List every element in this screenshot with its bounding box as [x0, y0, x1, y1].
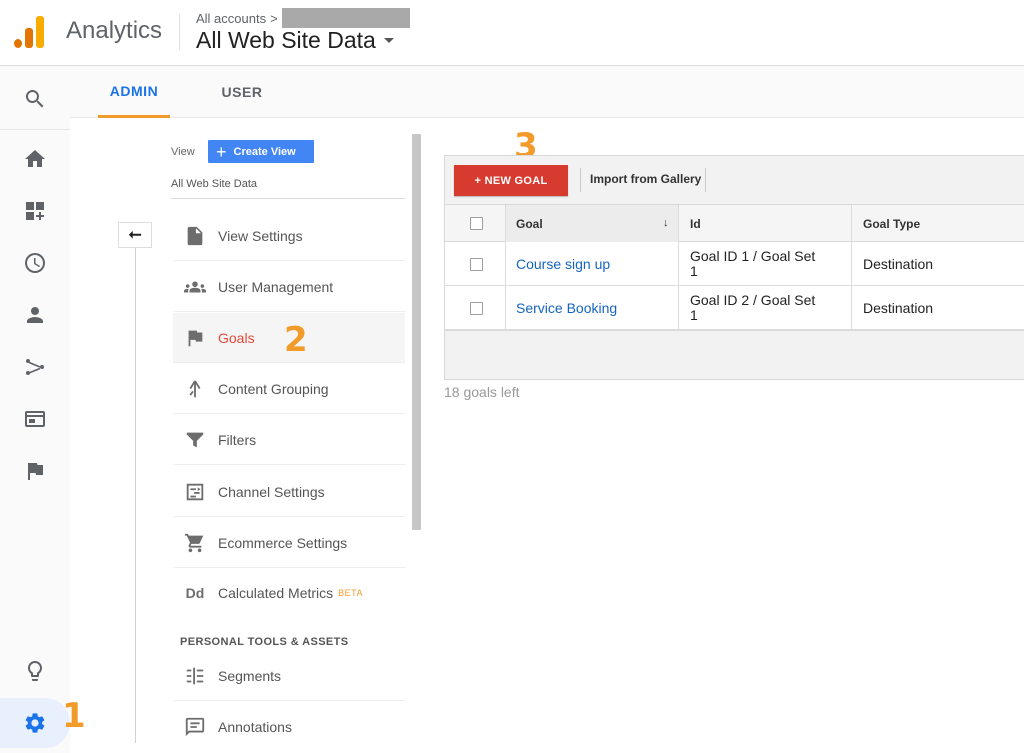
- step-annotation-1: 1: [62, 696, 86, 736]
- users-icon: [173, 276, 217, 298]
- tab-admin[interactable]: ADMIN: [98, 66, 170, 118]
- goal-type-cell: Destination: [863, 256, 934, 272]
- column-header-goal-type[interactable]: Goal Type: [863, 217, 920, 231]
- menu-item-label: Channel Settings: [218, 483, 325, 500]
- menu-item-calculated-metrics[interactable]: Dd Calculated Metrics BETA: [173, 568, 405, 618]
- menu-item-label: Annotations: [218, 719, 292, 735]
- create-view-label: Create View: [233, 145, 296, 158]
- column-header-id[interactable]: Id: [690, 217, 701, 231]
- menu-item-label: View Settings: [218, 227, 303, 244]
- new-goal-button[interactable]: + NEW GOAL: [454, 165, 568, 196]
- breadcrumb-chevron-icon: >: [270, 10, 278, 26]
- table-footer: [445, 330, 1024, 379]
- menu-item-annotations[interactable]: Annotations: [173, 702, 405, 752]
- goal-link[interactable]: Course sign up: [516, 256, 610, 272]
- menu-item-ecommerce-settings[interactable]: Ecommerce Settings: [173, 518, 405, 568]
- left-nav-rail: [0, 66, 70, 753]
- rail-divider: [0, 129, 70, 130]
- import-from-gallery-button[interactable]: Import from Gallery: [590, 172, 701, 186]
- cart-icon: [173, 532, 217, 554]
- search-icon[interactable]: [0, 79, 70, 119]
- menu-item-user-management[interactable]: User Management: [173, 262, 405, 312]
- row-checkbox[interactable]: [470, 302, 483, 315]
- column-divider: [505, 205, 506, 330]
- menu-item-content-grouping[interactable]: Content Grouping: [173, 364, 405, 414]
- segments-icon: [173, 665, 217, 687]
- menu-item-label: Ecommerce Settings: [218, 534, 348, 551]
- redacted-account-name: [281, 8, 410, 28]
- menu-item-label: Goals: [218, 329, 255, 346]
- select-all-checkbox[interactable]: [470, 217, 483, 230]
- realtime-clock-icon[interactable]: [0, 243, 70, 283]
- menu-item-label: User Management: [218, 278, 334, 295]
- admin-gear-icon[interactable]: [0, 698, 70, 748]
- filter-icon: [173, 429, 217, 451]
- view-selector-underline: [171, 198, 405, 199]
- menu-item-label: Segments: [218, 667, 282, 684]
- breadcrumb-all-accounts[interactable]: All accounts: [196, 11, 266, 26]
- goal-id-cell: Goal ID 2 / Goal Set: [690, 292, 816, 308]
- dd-icon: Dd: [185, 585, 205, 601]
- beta-badge: BETA: [338, 588, 363, 598]
- menu-item-label: Calculated Metrics: [218, 585, 334, 601]
- step-annotation-2: 2: [284, 320, 308, 360]
- audience-person-icon[interactable]: [0, 295, 70, 335]
- goal-id-cell: Goal ID 1 / Goal Set: [690, 248, 816, 264]
- property-selector[interactable]: All Web Site Data: [196, 27, 394, 54]
- back-arrow-icon[interactable]: ⭠: [118, 222, 152, 248]
- property-name: All Web Site Data: [196, 27, 376, 53]
- create-view-button[interactable]: + Create View: [208, 140, 314, 163]
- plus-icon: +: [216, 141, 227, 162]
- lightbulb-icon[interactable]: [0, 651, 70, 691]
- goal-link[interactable]: Service Booking: [516, 300, 617, 316]
- menu-item-view-settings[interactable]: View Settings: [173, 211, 405, 261]
- header-divider: [179, 14, 180, 50]
- document-icon: [173, 225, 217, 247]
- menu-item-filters[interactable]: Filters: [173, 415, 405, 465]
- content-grouping-icon: [173, 378, 217, 400]
- flag-icon: [173, 327, 217, 349]
- personal-tools-heading: PERSONAL TOOLS & ASSETS: [180, 636, 349, 648]
- behavior-icon[interactable]: [0, 399, 70, 439]
- menu-item-label: Content Grouping: [218, 380, 329, 397]
- app-name: Analytics: [66, 17, 163, 44]
- home-icon[interactable]: [0, 139, 70, 179]
- column-divider: [678, 205, 679, 330]
- app-header: Analytics All accounts > All Web Site Da…: [0, 0, 1024, 66]
- view-column-label: View: [171, 146, 195, 158]
- channel-settings-icon: [173, 481, 217, 503]
- customization-icon[interactable]: [0, 191, 70, 231]
- goal-set-cell: 1: [690, 263, 698, 279]
- analytics-logo-icon[interactable]: [14, 14, 48, 48]
- chevron-down-icon: [383, 38, 394, 43]
- goal-set-cell: 1: [690, 307, 698, 323]
- column-tree-line: [135, 248, 136, 743]
- column-header-goal[interactable]: Goal: [516, 217, 543, 231]
- column-scrollbar[interactable]: [412, 134, 421, 530]
- toolbar-divider: [580, 168, 581, 192]
- tab-user[interactable]: USER: [208, 66, 276, 118]
- menu-item-segments[interactable]: Segments: [173, 651, 405, 701]
- table-header: Goal ↓ Id Goal Type: [445, 205, 1024, 242]
- goal-type-cell: Destination: [863, 300, 934, 316]
- conversions-flag-icon[interactable]: [0, 451, 70, 491]
- goals-table: Goal ↓ Id Goal Type Course sign up Goal …: [444, 205, 1024, 380]
- view-selector[interactable]: All Web Site Data: [171, 178, 257, 190]
- menu-item-channel-settings[interactable]: Channel Settings: [173, 467, 405, 517]
- table-row: Course sign up Goal ID 1 / Goal Set 1 De…: [445, 242, 1024, 286]
- table-row: Service Booking Goal ID 2 / Goal Set 1 D…: [445, 286, 1024, 330]
- breadcrumb[interactable]: All accounts >: [196, 8, 410, 28]
- annotation-icon: [173, 716, 217, 738]
- menu-item-label: Filters: [218, 431, 257, 448]
- sort-arrow-icon[interactable]: ↓: [663, 217, 669, 229]
- column-divider: [851, 205, 852, 330]
- row-checkbox[interactable]: [470, 258, 483, 271]
- acquisition-icon[interactable]: [0, 347, 70, 387]
- admin-tabs: ADMIN USER: [70, 66, 1024, 118]
- toolbar-divider: [705, 168, 706, 192]
- goals-left-count: 18 goals left: [444, 384, 520, 400]
